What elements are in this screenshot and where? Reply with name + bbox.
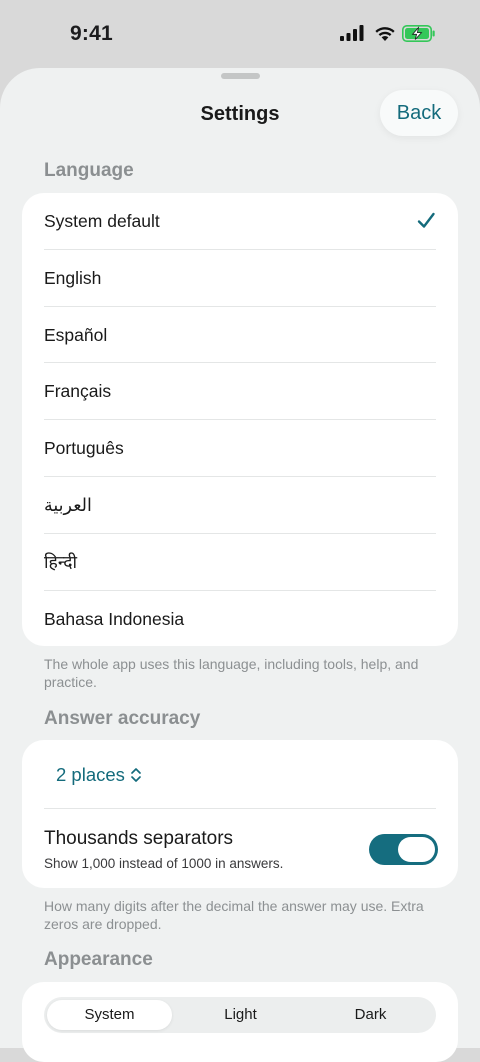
language-option-french[interactable]: Français — [44, 363, 436, 421]
language-section-title: Language — [44, 160, 134, 181]
language-option-label: English — [44, 267, 102, 288]
language-option-english[interactable]: English — [44, 250, 436, 307]
status-bar: 9:41 — [0, 0, 480, 68]
cellular-signal-icon — [340, 25, 364, 41]
language-option-label: Français — [44, 381, 112, 402]
language-option-arabic[interactable]: العربية — [44, 477, 436, 534]
language-option-system-default[interactable]: System default — [44, 193, 436, 250]
accuracy-section-title: Answer accuracy — [44, 708, 201, 729]
sheet-grabber[interactable] — [221, 73, 260, 79]
language-footnote: The whole app uses this language, includ… — [44, 656, 419, 690]
status-time: 9:41 — [70, 22, 113, 45]
thousands-separators-title: Thousands separators — [44, 828, 234, 849]
divider — [44, 808, 436, 809]
appearance-section-title: Appearance — [44, 949, 153, 970]
appearance-card: System Light Dark — [22, 982, 458, 1062]
wifi-icon — [375, 27, 395, 41]
decimal-places-picker[interactable]: 2 places — [56, 764, 143, 786]
appearance-option-system[interactable]: System — [47, 1000, 172, 1030]
battery-charging-icon — [402, 25, 435, 42]
thousands-separators-subtitle: Show 1,000 instead of 1000 in answers. — [44, 856, 284, 871]
checkmark-icon — [417, 212, 435, 228]
settings-sheet: Settings Back Language System default En… — [0, 68, 480, 1062]
accuracy-card: 2 places Thousands separators Show 1,000… — [22, 740, 458, 888]
language-option-label: Español — [44, 324, 108, 345]
appearance-option-dark[interactable]: Dark — [308, 1000, 433, 1030]
language-option-spanish[interactable]: Español — [44, 307, 436, 364]
thousands-separators-toggle[interactable] — [369, 834, 438, 865]
language-option-hindi[interactable]: हिन्दी — [44, 534, 436, 591]
language-option-label: हिन्दी — [44, 551, 78, 572]
language-option-label: Bahasa Indonesia — [44, 608, 185, 629]
language-card: System default English Español Français … — [22, 193, 458, 646]
back-button[interactable]: Back — [380, 90, 458, 136]
appearance-option-light[interactable]: Light — [178, 1000, 303, 1030]
language-option-portuguese[interactable]: Português — [44, 420, 436, 477]
accuracy-footnote: How many digits after the decimal the an… — [44, 898, 424, 932]
language-option-label: العربية — [44, 494, 92, 515]
language-option-label: System default — [44, 211, 160, 231]
chevron-up-down-icon — [131, 768, 141, 782]
appearance-segmented-control: System Light Dark — [44, 997, 436, 1033]
language-option-label: Português — [44, 438, 124, 459]
toggle-knob — [398, 837, 435, 862]
decimal-places-value: 2 places — [56, 764, 125, 785]
language-option-bahasa-indonesia[interactable]: Bahasa Indonesia — [44, 591, 436, 648]
